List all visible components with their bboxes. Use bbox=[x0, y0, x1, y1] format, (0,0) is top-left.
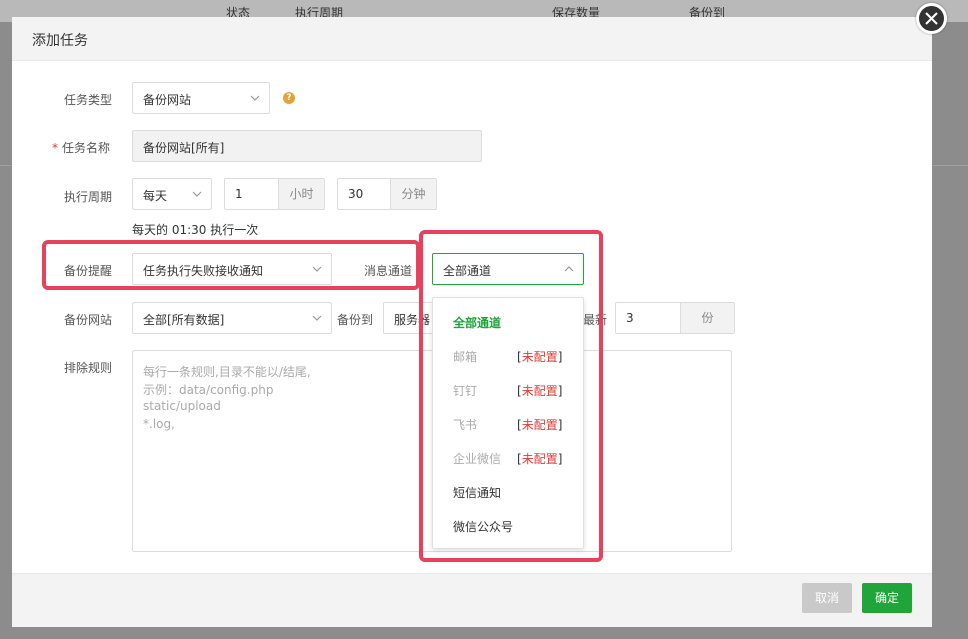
site-label: 备份网站 bbox=[64, 313, 113, 327]
task-type-select[interactable]: 备份网站 bbox=[132, 82, 270, 114]
cycle-minute-value: 30 bbox=[348, 187, 364, 201]
minute-unit: 分钟 bbox=[390, 179, 436, 209]
site-value: 全部[所有数据] bbox=[143, 313, 225, 327]
exclude-placeholder-line: *.log, bbox=[143, 417, 175, 431]
cancel-button[interactable]: 取消 bbox=[802, 583, 852, 613]
exclude-placeholder-line: 示例：data/config.php bbox=[143, 383, 274, 397]
cycle-period-select[interactable]: 每天 bbox=[132, 178, 212, 210]
background-divider bbox=[932, 165, 968, 166]
keep-value: 3 bbox=[626, 311, 634, 325]
dialog-title: 添加任务 bbox=[32, 33, 88, 49]
background-divider bbox=[0, 165, 12, 166]
task-name-label-text: 任务名称 bbox=[62, 141, 111, 155]
confirm-button[interactable]: 确定 bbox=[862, 583, 912, 613]
highlight-reminder bbox=[42, 240, 420, 290]
exclude-placeholder-line: 每行一条规则,目录不能以/结尾, bbox=[143, 365, 311, 379]
task-name-input[interactable]: 备份网站[所有] bbox=[132, 130, 482, 162]
hour-unit: 小时 bbox=[278, 179, 324, 209]
highlight-channel bbox=[419, 230, 603, 562]
help-icon[interactable]: ? bbox=[283, 92, 295, 104]
task-name-value: 备份网站[所有] bbox=[143, 141, 225, 155]
cycle-hour-input[interactable]: 1 小时 bbox=[224, 178, 325, 210]
dialog-footer bbox=[12, 573, 932, 627]
required-mark: * bbox=[52, 141, 58, 155]
exclude-label: 排除规则 bbox=[64, 361, 113, 375]
keep-unit: 份 bbox=[680, 303, 734, 333]
site-select[interactable]: 全部[所有数据] bbox=[132, 302, 332, 334]
task-type-label: 任务类型 bbox=[64, 93, 113, 107]
exclude-placeholder-line: static/upload bbox=[143, 399, 221, 413]
cycle-label: 执行周期 bbox=[64, 190, 113, 204]
cycle-minute-input[interactable]: 30 分钟 bbox=[337, 178, 437, 210]
close-icon bbox=[925, 12, 938, 25]
backup-to-label: 备份到 bbox=[337, 313, 374, 327]
cycle-period-value: 每天 bbox=[143, 189, 168, 203]
cycle-hour-value: 1 bbox=[235, 187, 243, 201]
close-button[interactable] bbox=[916, 3, 947, 34]
chevron-down-icon bbox=[192, 191, 202, 197]
task-name-label: * 任务名称 bbox=[52, 139, 110, 156]
cycle-description: 每天的 01:30 执行一次 bbox=[132, 223, 259, 237]
task-type-value: 备份网站 bbox=[143, 93, 192, 107]
chevron-down-icon bbox=[250, 95, 260, 101]
dialog-header: 添加任务 bbox=[12, 17, 932, 61]
chevron-down-icon bbox=[312, 315, 322, 321]
keep-input[interactable]: 3 份 bbox=[615, 302, 735, 334]
